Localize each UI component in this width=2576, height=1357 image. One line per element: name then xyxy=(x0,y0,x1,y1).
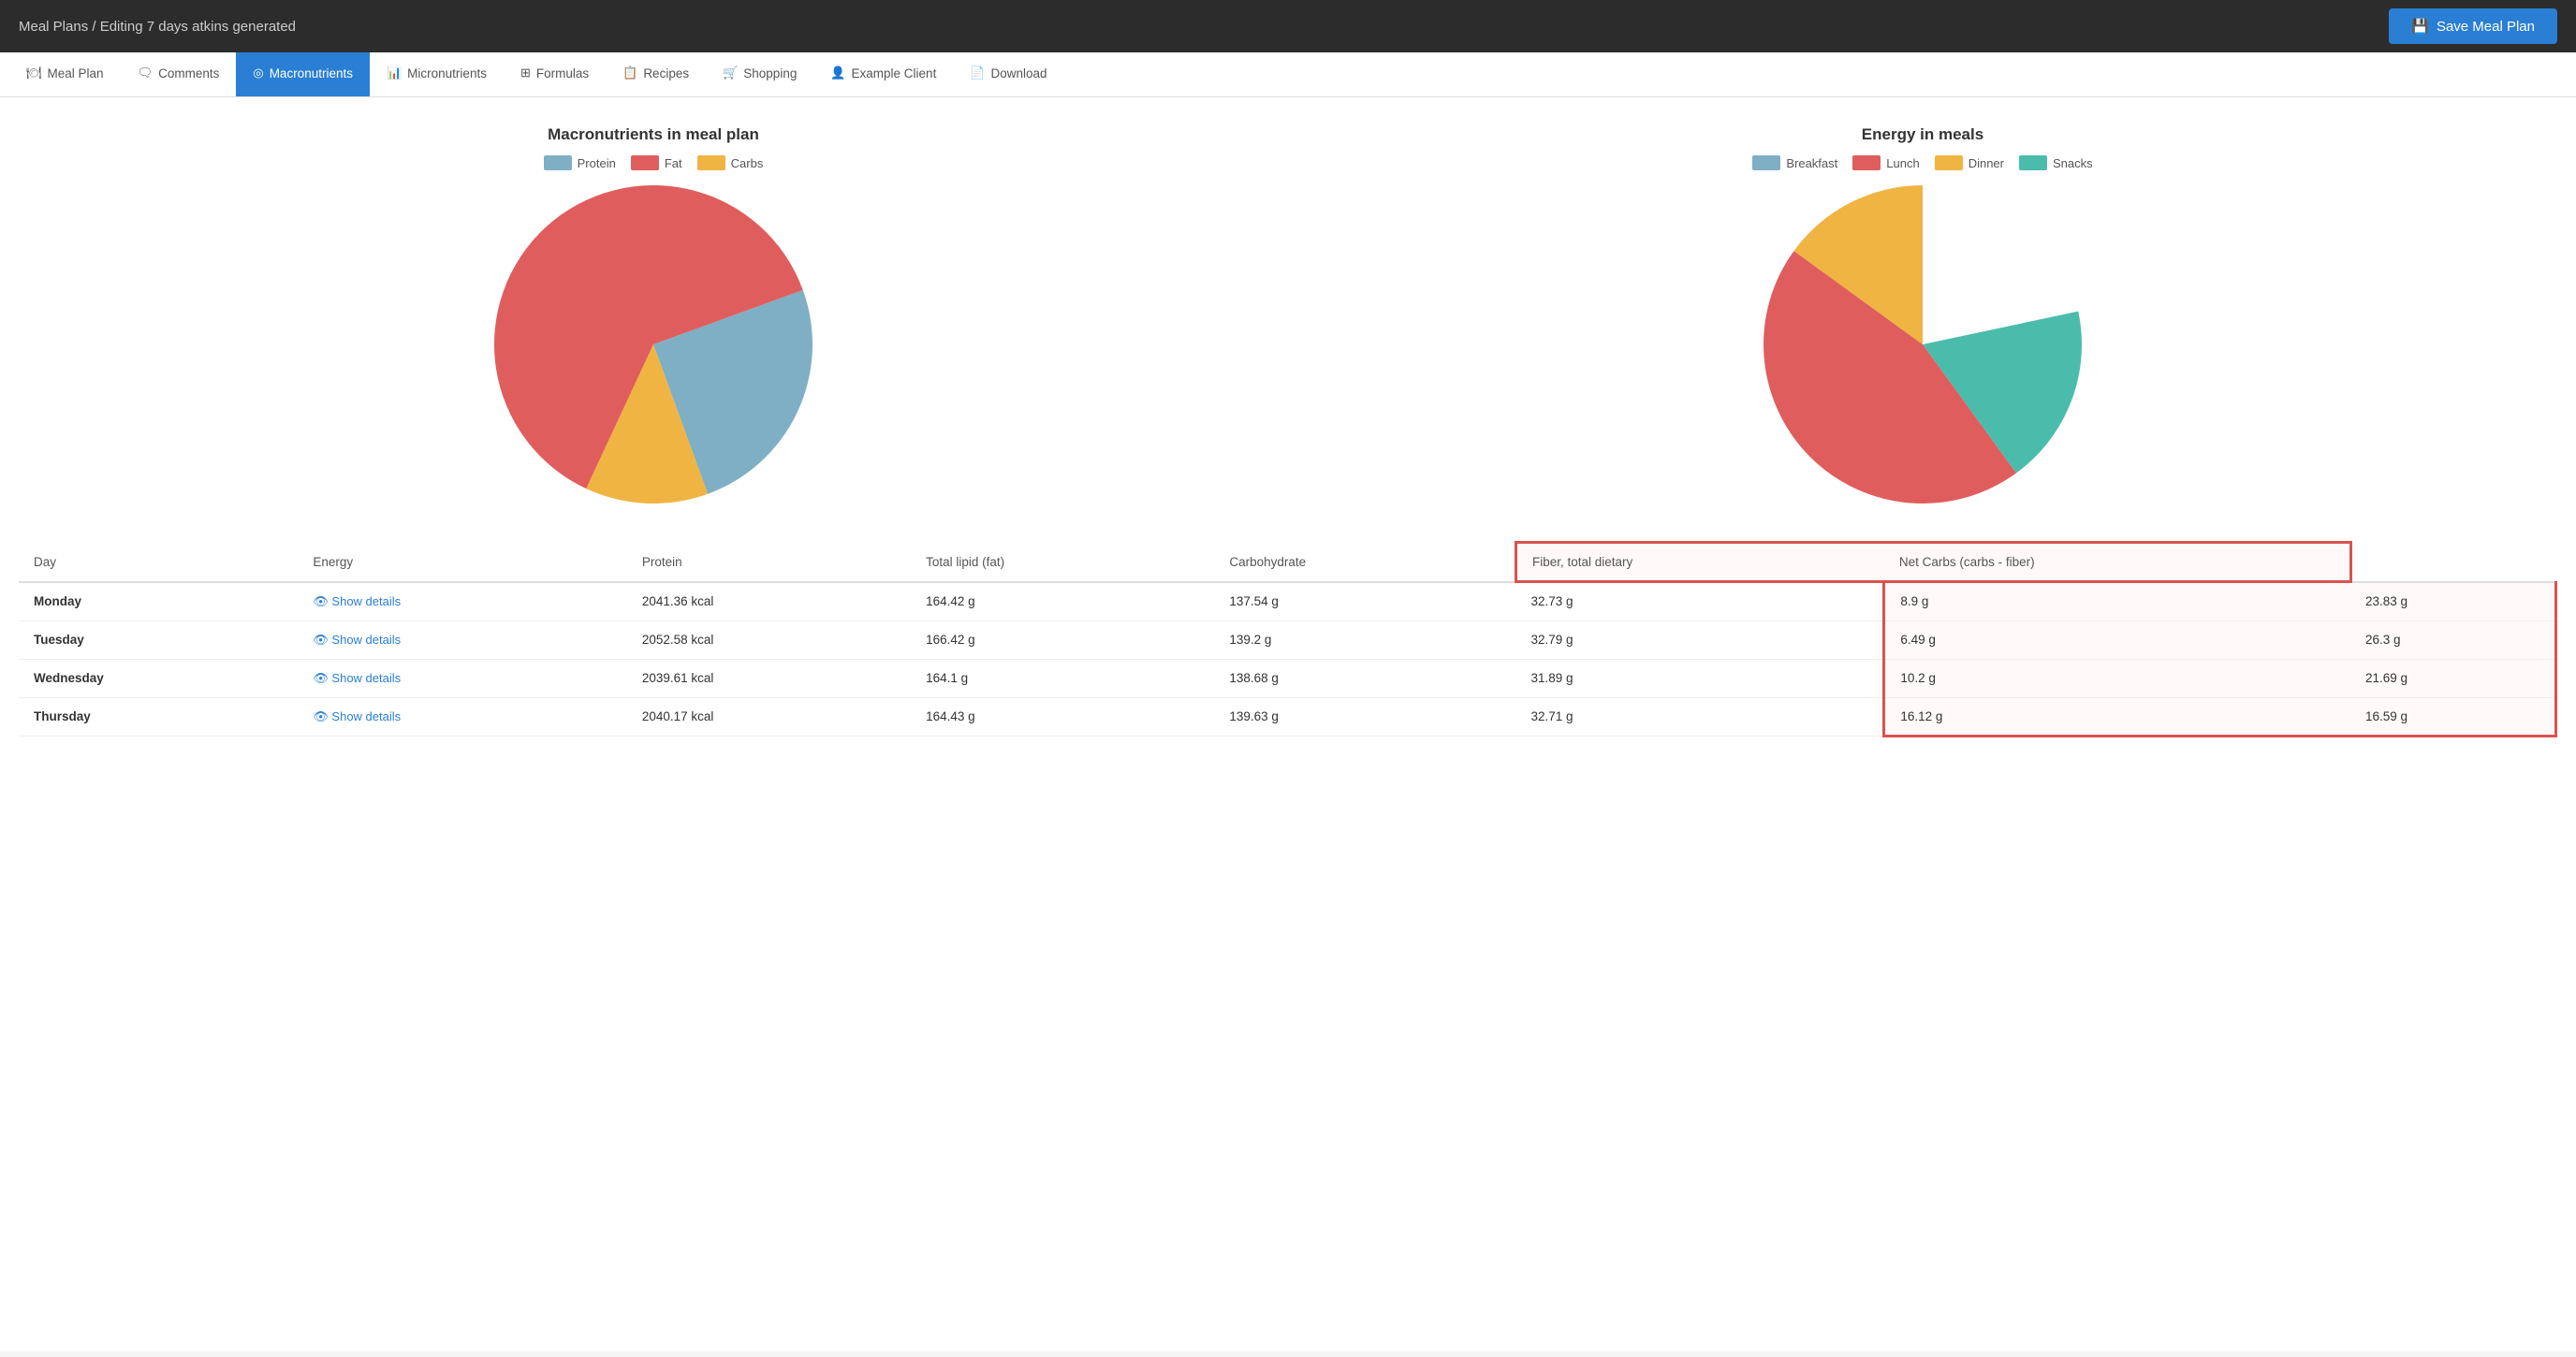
cell-fiber: 16.12 g xyxy=(1884,697,2350,736)
cell-fat: 137.54 g xyxy=(1214,582,1515,621)
col-header-energy: Energy xyxy=(298,543,627,582)
tab-macronutrients[interactable]: ◎ Macronutrients xyxy=(236,52,370,96)
formulas-icon: ⊞ xyxy=(520,66,531,80)
legend-carbs: Carbs xyxy=(697,155,764,170)
macro-pie-chart xyxy=(494,185,812,503)
meal-plan-icon: 🍽 xyxy=(26,66,42,80)
dinner-color xyxy=(1935,155,1963,170)
show-details-link[interactable]: 👁 Show details xyxy=(313,709,612,724)
energy-chart-container: Energy in meals Breakfast Lunch Dinner S… xyxy=(1352,125,2494,503)
download-icon: 📄 xyxy=(970,66,985,80)
tab-formulas[interactable]: ⊞ Formulas xyxy=(504,52,606,96)
col-header-fiber: Fiber, total dietary xyxy=(1516,543,1884,582)
cell-netcarbs: 16.59 g xyxy=(2350,697,2556,736)
cell-protein: 166.42 g xyxy=(911,620,1214,659)
cell-energy: 2039.61 kcal xyxy=(627,659,911,697)
legend-fat: Fat xyxy=(631,155,682,170)
table-row: Monday 👁 Show details 2041.36 kcal 164.4… xyxy=(19,582,2556,621)
shopping-icon: 🛒 xyxy=(723,66,738,80)
nutrition-table: Day Energy Protein Total lipid (fat) Car… xyxy=(19,541,2557,737)
protein-color xyxy=(544,155,572,170)
cell-energy: 2052.58 kcal xyxy=(627,620,911,659)
snacks-color xyxy=(2019,155,2047,170)
col-header-netcarbs: Net Carbs (carbs - fiber) xyxy=(1884,543,2350,582)
micronutrients-icon: 📊 xyxy=(387,66,402,80)
cell-day: Wednesday xyxy=(19,659,298,697)
macronutrients-icon: ◎ xyxy=(253,66,263,80)
legend-breakfast: Breakfast xyxy=(1752,155,1837,170)
cell-netcarbs: 26.3 g xyxy=(2350,620,2556,659)
cell-day: Monday xyxy=(19,582,298,621)
carbs-color xyxy=(697,155,725,170)
legend-snacks: Snacks xyxy=(2019,155,2093,170)
example-client-icon: 👤 xyxy=(830,66,845,80)
tab-shopping[interactable]: 🛒 Shopping xyxy=(706,52,813,96)
cell-show-details: 👁 Show details xyxy=(298,659,627,697)
show-details-link[interactable]: 👁 Show details xyxy=(313,633,612,648)
show-details-link[interactable]: 👁 Show details xyxy=(313,594,612,609)
cell-carbs: 32.73 g xyxy=(1516,582,1884,621)
table-section: Day Energy Protein Total lipid (fat) Car… xyxy=(19,541,2557,737)
cell-carbs: 32.71 g xyxy=(1516,697,1884,736)
tab-download[interactable]: 📄 Download xyxy=(953,52,1063,96)
tab-micronutrients[interactable]: 📊 Micronutrients xyxy=(370,52,504,96)
cell-netcarbs: 21.69 g xyxy=(2350,659,2556,697)
cell-show-details: 👁 Show details xyxy=(298,697,627,736)
legend-lunch: Lunch xyxy=(1852,155,1919,170)
cell-fat: 139.63 g xyxy=(1214,697,1515,736)
recipes-icon: 📋 xyxy=(622,66,637,80)
cell-protein: 164.42 g xyxy=(911,582,1214,621)
cell-protein: 164.1 g xyxy=(911,659,1214,697)
tab-meal-plan[interactable]: 🍽 Meal Plan xyxy=(9,52,121,96)
cell-show-details: 👁 Show details xyxy=(298,620,627,659)
cell-day: Thursday xyxy=(19,697,298,736)
main-content: Macronutrients in meal plan Protein Fat … xyxy=(0,97,2576,1351)
macro-chart-title: Macronutrients in meal plan xyxy=(548,125,759,144)
table-row: Thursday 👁 Show details 2040.17 kcal 164… xyxy=(19,697,2556,736)
cell-energy: 2040.17 kcal xyxy=(627,697,911,736)
legend-dinner: Dinner xyxy=(1935,155,2004,170)
tab-comments[interactable]: 🗨 Comments xyxy=(121,52,237,96)
cell-fiber: 6.49 g xyxy=(1884,620,2350,659)
cell-show-details: 👁 Show details xyxy=(298,582,627,621)
col-header-carbs: Carbohydrate xyxy=(1214,543,1515,582)
table-row: Tuesday 👁 Show details 2052.58 kcal 166.… xyxy=(19,620,2556,659)
cell-energy: 2041.36 kcal xyxy=(627,582,911,621)
top-bar: Meal Plans / Editing 7 days atkins gener… xyxy=(0,0,2576,52)
energy-chart-legend: Breakfast Lunch Dinner Snacks xyxy=(1752,155,2092,170)
breadcrumb: Meal Plans / Editing 7 days atkins gener… xyxy=(19,19,296,35)
cell-fat: 138.68 g xyxy=(1214,659,1515,697)
macro-chart-legend: Protein Fat Carbs xyxy=(544,155,764,170)
legend-protein: Protein xyxy=(544,155,616,170)
cell-day: Tuesday xyxy=(19,620,298,659)
cell-protein: 164.43 g xyxy=(911,697,1214,736)
lunch-color xyxy=(1852,155,1881,170)
fat-color xyxy=(631,155,659,170)
cell-carbs: 32.79 g xyxy=(1516,620,1884,659)
comments-icon: 🗨 xyxy=(138,66,154,80)
table-header-row: Day Energy Protein Total lipid (fat) Car… xyxy=(19,543,2556,582)
save-meal-plan-button[interactable]: 💾 Save Meal Plan xyxy=(2389,8,2557,44)
show-details-link[interactable]: 👁 Show details xyxy=(313,671,612,686)
table-row: Wednesday 👁 Show details 2039.61 kcal 16… xyxy=(19,659,2556,697)
macro-chart-container: Macronutrients in meal plan Protein Fat … xyxy=(82,125,1224,503)
cell-netcarbs: 23.83 g xyxy=(2350,582,2556,621)
tab-example-client[interactable]: 👤 Example Client xyxy=(813,52,953,96)
charts-section: Macronutrients in meal plan Protein Fat … xyxy=(19,116,2557,513)
cell-fiber: 8.9 g xyxy=(1884,582,2350,621)
cell-fat: 139.2 g xyxy=(1214,620,1515,659)
col-header-fat: Total lipid (fat) xyxy=(911,543,1214,582)
breakfast-color xyxy=(1752,155,1780,170)
save-icon: 💾 xyxy=(2411,18,2429,35)
cell-fiber: 10.2 g xyxy=(1884,659,2350,697)
col-header-protein: Protein xyxy=(627,543,911,582)
cell-carbs: 31.89 g xyxy=(1516,659,1884,697)
tab-recipes[interactable]: 📋 Recipes xyxy=(606,52,706,96)
tabs-bar: 🍽 Meal Plan 🗨 Comments ◎ Macronutrients … xyxy=(0,52,2576,97)
energy-pie-chart xyxy=(1764,185,2082,503)
col-header-day: Day xyxy=(19,543,298,582)
energy-chart-title: Energy in meals xyxy=(1862,125,1983,144)
